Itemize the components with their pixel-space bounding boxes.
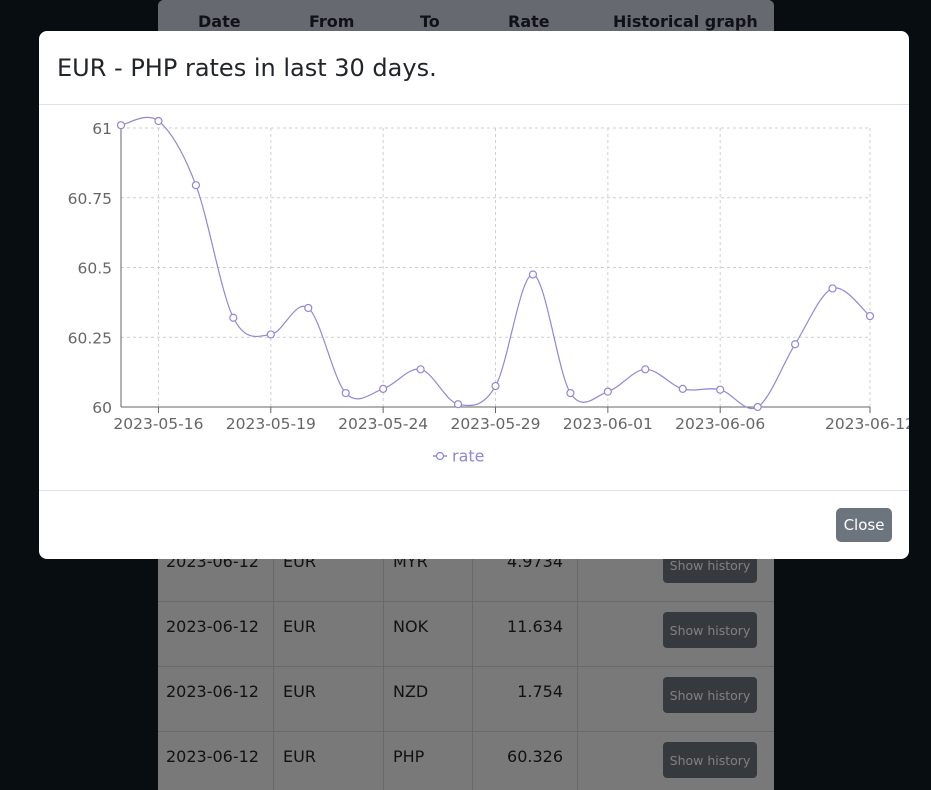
y-tick-label: 60.25 — [68, 329, 112, 347]
data-point[interactable] — [641, 365, 650, 374]
y-tick-label: 61 — [92, 120, 112, 138]
data-point[interactable] — [790, 340, 800, 349]
data-point[interactable] — [828, 284, 837, 293]
x-tick-label: 2023-06-06 — [675, 415, 765, 433]
data-point[interactable] — [865, 311, 875, 321]
x-tick-label: 2023-05-24 — [338, 415, 428, 433]
data-point[interactable] — [154, 116, 163, 126]
data-point[interactable] — [229, 313, 238, 322]
data-point[interactable] — [716, 385, 725, 394]
data-point[interactable] — [491, 381, 500, 391]
data-point[interactable] — [453, 400, 463, 409]
y-tick-label: 60 — [92, 399, 112, 417]
data-point[interactable] — [753, 402, 762, 412]
x-tick-label: 2023-05-16 — [113, 415, 203, 433]
data-point[interactable] — [191, 181, 200, 190]
data-point[interactable] — [379, 384, 388, 393]
x-tick-label: 2023-05-29 — [450, 415, 540, 433]
legend-marker-icon — [435, 451, 445, 461]
data-point[interactable] — [116, 121, 126, 130]
rate-line-chart: 60 60.25 60.5 60.75 61 2023-05-16 2023-05-19 20… — [68, 116, 909, 466]
data-point[interactable] — [566, 388, 575, 398]
legend-label-rate[interactable]: rate — [452, 447, 485, 466]
data-point[interactable] — [528, 270, 538, 279]
y-tick-label: 60.75 — [68, 190, 112, 208]
data-point[interactable] — [304, 303, 313, 313]
data-point[interactable] — [266, 330, 275, 339]
modal-body: 60 60.25 60.5 60.75 61 2023-05-16 2023-05-19 20… — [39, 105, 909, 490]
data-point[interactable] — [341, 388, 350, 398]
x-tick-label: 2023-06-12 — [825, 415, 909, 433]
rate-history-modal: EUR - PHP rates in last 30 days. 60 60.25… — [39, 31, 909, 559]
data-point[interactable] — [678, 384, 687, 393]
modal-footer: Close — [39, 490, 909, 559]
close-button[interactable]: Close — [836, 508, 892, 542]
data-point[interactable] — [416, 365, 425, 374]
y-tick-label: 60.5 — [77, 260, 112, 278]
data-point[interactable] — [603, 387, 612, 396]
x-tick-label: 2023-05-19 — [226, 415, 316, 433]
x-tick-label: 2023-06-01 — [563, 415, 653, 433]
